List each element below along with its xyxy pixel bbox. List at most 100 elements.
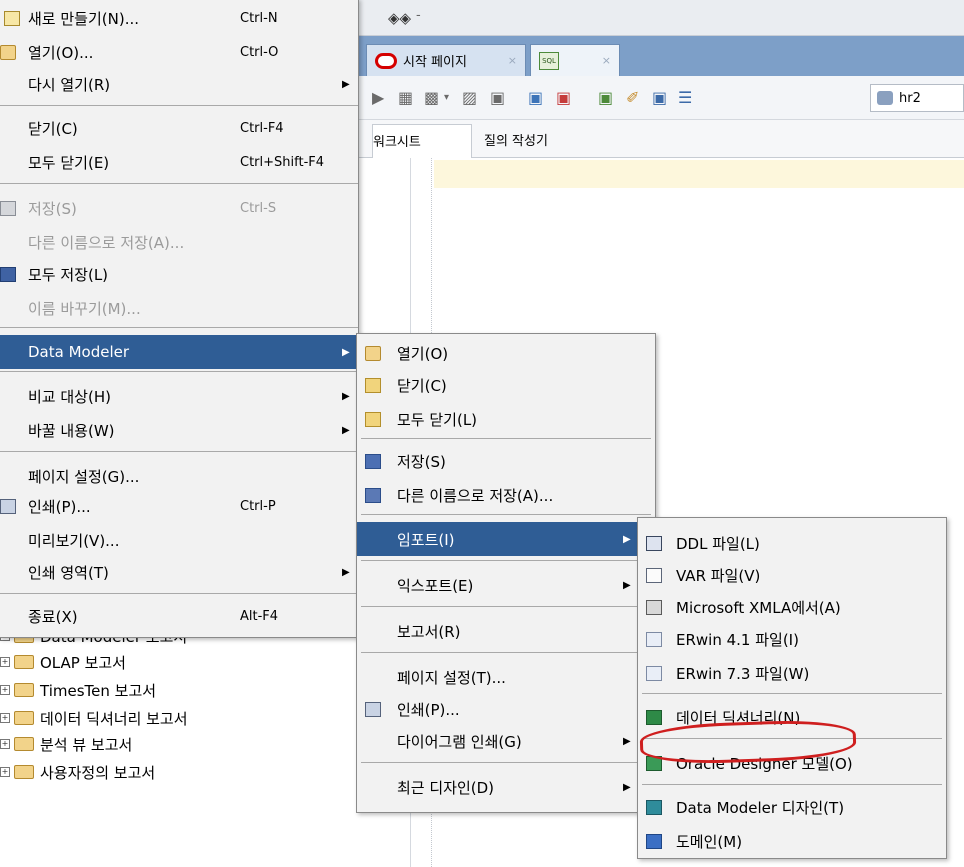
tab-close-icon[interactable]: × — [602, 54, 611, 67]
submenu-arrow-icon: ▶ — [623, 735, 631, 747]
menu-item-print-preview[interactable]: 미리보기(V)... — [0, 523, 358, 557]
data-modeler-submenu: 열기(O) 닫기(C) 모두 닫기(L) 저장(S) 다른 이름으로 저장(A)… — [356, 333, 656, 813]
dm-item-print-diagram[interactable]: 다이어그램 인쇄(G) ▶ — [357, 724, 655, 758]
data-dictionary-icon — [646, 709, 662, 725]
menu-item-label: 비교 대상(H) — [28, 387, 111, 406]
commit-icon[interactable]: ▩ — [424, 88, 439, 107]
menu-item-label: 저장(S) — [28, 199, 77, 218]
explain-plan-icon[interactable]: ▣ — [490, 88, 505, 107]
sql-tuning-icon[interactable]: ▣ — [598, 88, 613, 107]
menu-item-data-modeler[interactable]: Data Modeler ▶ — [0, 335, 358, 369]
import-item-data-dictionary[interactable]: 데이터 딕셔너리(N) — [638, 700, 946, 734]
import-item-erwin73[interactable]: ERwin 7.3 파일(W) — [638, 656, 946, 690]
dm-item-close[interactable]: 닫기(C) — [357, 368, 655, 402]
import-item-erwin41[interactable]: ERwin 4.1 파일(I) — [638, 622, 946, 656]
folder-icon — [365, 411, 381, 427]
menu-separator — [361, 606, 651, 607]
dm-item-import[interactable]: 임포트(I) ▶ — [357, 522, 655, 556]
worksheet-tabs: 워크시트 질의 작성기 — [358, 120, 964, 158]
tab-close-icon[interactable]: × — [508, 54, 517, 67]
printer-icon — [0, 498, 16, 514]
dm-item-page-setup[interactable]: 페이지 설정(T)... — [357, 660, 655, 694]
menu-item-save-all[interactable]: 모두 저장(L) — [0, 257, 358, 291]
submenu-arrow-icon: ▶ — [342, 78, 350, 90]
tab-worksheet[interactable]: 워크시트 — [372, 124, 472, 158]
menu-item-replace-with[interactable]: 바꿀 내용(W) ▶ — [0, 413, 358, 447]
tree-item-label: 데이터 딕셔너리 보고서 — [40, 709, 188, 728]
expand-icon[interactable]: + — [0, 739, 10, 749]
menu-item-close[interactable]: 닫기(C) Ctrl-F4 — [0, 111, 358, 145]
domain-icon — [646, 833, 662, 849]
menu-item-label: 페이지 설정(T)... — [397, 668, 506, 687]
dm-item-export[interactable]: 익스포트(E) ▶ — [357, 568, 655, 602]
menu-item-label: 닫기(C) — [397, 376, 447, 395]
tree-item[interactable]: + 사용자정의 보고서 — [0, 760, 155, 784]
history-icon[interactable]: ▣ — [652, 88, 667, 107]
tree-item[interactable]: + TimesTen 보고서 — [0, 678, 156, 702]
menu-item-label: 익스포트(E) — [397, 576, 474, 595]
rollback-icon[interactable]: ▨ — [462, 88, 477, 107]
expand-icon[interactable]: + — [0, 685, 10, 695]
menu-item-label: 인쇄 영역(T) — [28, 563, 109, 582]
expand-icon[interactable]: + — [0, 767, 10, 777]
dm-item-save-as[interactable]: 다른 이름으로 저장(A)... — [357, 478, 655, 512]
submenu-arrow-icon: ▶ — [342, 390, 350, 402]
import-item-xmla[interactable]: Microsoft XMLA에서(A) — [638, 590, 946, 624]
menu-item-open[interactable]: 열기(O)... Ctrl-O — [0, 35, 358, 69]
tab-start-page[interactable]: 시작 페이지 × — [366, 44, 526, 76]
dm-item-close-all[interactable]: 모두 닫기(L) — [357, 402, 655, 436]
menu-shortcut: Ctrl+Shift-F4 — [240, 154, 325, 170]
menu-item-label: 다시 열기(R) — [28, 75, 111, 94]
menu-item-new[interactable]: 새로 만들기(N)... Ctrl-N — [0, 1, 358, 35]
import-item-oracle-designer[interactable]: Oracle Designer 모델(O) — [638, 746, 946, 780]
menu-item-compare[interactable]: 비교 대상(H) ▶ — [0, 379, 358, 413]
menu-item-label: 다른 이름으로 저장(A)... — [397, 486, 554, 505]
run-statement-icon[interactable]: ▶ — [372, 88, 384, 107]
menu-separator — [361, 652, 651, 653]
binoculars-icon[interactable]: ◈◈ — [388, 9, 411, 27]
connection-selector[interactable]: hr2 — [870, 84, 964, 112]
tree-item-label: OLAP 보고서 — [40, 653, 126, 672]
clear-icon[interactable]: ✐ — [626, 88, 639, 107]
import-item-var[interactable]: VAR 파일(V) — [638, 558, 946, 592]
dm-item-save[interactable]: 저장(S) — [357, 444, 655, 478]
menu-item-exit[interactable]: 종료(X) Alt-F4 — [0, 599, 358, 633]
menu-item-print-area[interactable]: 인쇄 영역(T) ▶ — [0, 555, 358, 589]
menu-item-label: VAR 파일(V) — [676, 566, 761, 585]
tree-item[interactable]: + OLAP 보고서 — [0, 650, 126, 674]
cancel-icon[interactable]: ▣ — [556, 88, 571, 107]
menu-item-label: 도메인(M) — [676, 832, 743, 851]
submenu-arrow-icon: ▶ — [623, 533, 631, 545]
menu-item-label: 모두 저장(L) — [28, 265, 109, 284]
tree-item[interactable]: + 분석 뷰 보고서 — [0, 732, 132, 756]
autotrace-icon[interactable]: ▣ — [528, 88, 543, 107]
dm-item-recent-designs[interactable]: 최근 디자인(D) ▶ — [357, 770, 655, 804]
dm-item-open[interactable]: 열기(O) — [357, 336, 655, 370]
import-item-domains[interactable]: 도메인(M) — [638, 824, 946, 858]
tab-sql-worksheet[interactable]: SQL × — [530, 44, 620, 76]
dm-item-print[interactable]: 인쇄(P)... — [357, 692, 655, 726]
menu-item-label: 다이어그램 인쇄(G) — [397, 732, 522, 751]
expand-icon[interactable]: + — [0, 657, 10, 667]
menu-item-reopen[interactable]: 다시 열기(R) ▶ — [0, 67, 358, 101]
menu-item-save-as[interactable]: 다른 이름으로 저장(A)... — [0, 225, 358, 259]
menu-item-rename[interactable]: 이름 바꾸기(M)... — [0, 291, 358, 325]
format-icon[interactable]: ☰ — [678, 88, 692, 107]
tree-item[interactable]: + 데이터 딕셔너리 보고서 — [0, 706, 188, 730]
menu-item-label: 종료(X) — [28, 607, 78, 626]
menu-item-save[interactable]: 저장(S) Ctrl-S — [0, 191, 358, 225]
folder-icon — [14, 655, 34, 669]
import-item-dm-design[interactable]: Data Modeler 디자인(T) — [638, 790, 946, 824]
menu-item-label: Data Modeler — [28, 343, 130, 361]
menu-item-print[interactable]: 인쇄(P)... Ctrl-P — [0, 489, 358, 523]
tab-query-builder[interactable]: 질의 작성기 — [484, 130, 548, 149]
dropdown-arrow-icon[interactable]: ▾ — [444, 92, 449, 103]
dm-item-reports[interactable]: 보고서(R) — [357, 614, 655, 648]
menu-item-label: 모두 닫기(E) — [28, 153, 110, 172]
expand-icon[interactable]: + — [0, 713, 10, 723]
run-script-icon[interactable]: ▦ — [398, 88, 413, 107]
menu-item-label: 열기(O)... — [28, 43, 94, 62]
menu-item-close-all[interactable]: 모두 닫기(E) Ctrl+Shift-F4 — [0, 145, 358, 179]
import-item-ddl[interactable]: DDL 파일(L) — [638, 526, 946, 560]
menu-item-page-setup[interactable]: 페이지 설정(G)... — [0, 459, 358, 493]
